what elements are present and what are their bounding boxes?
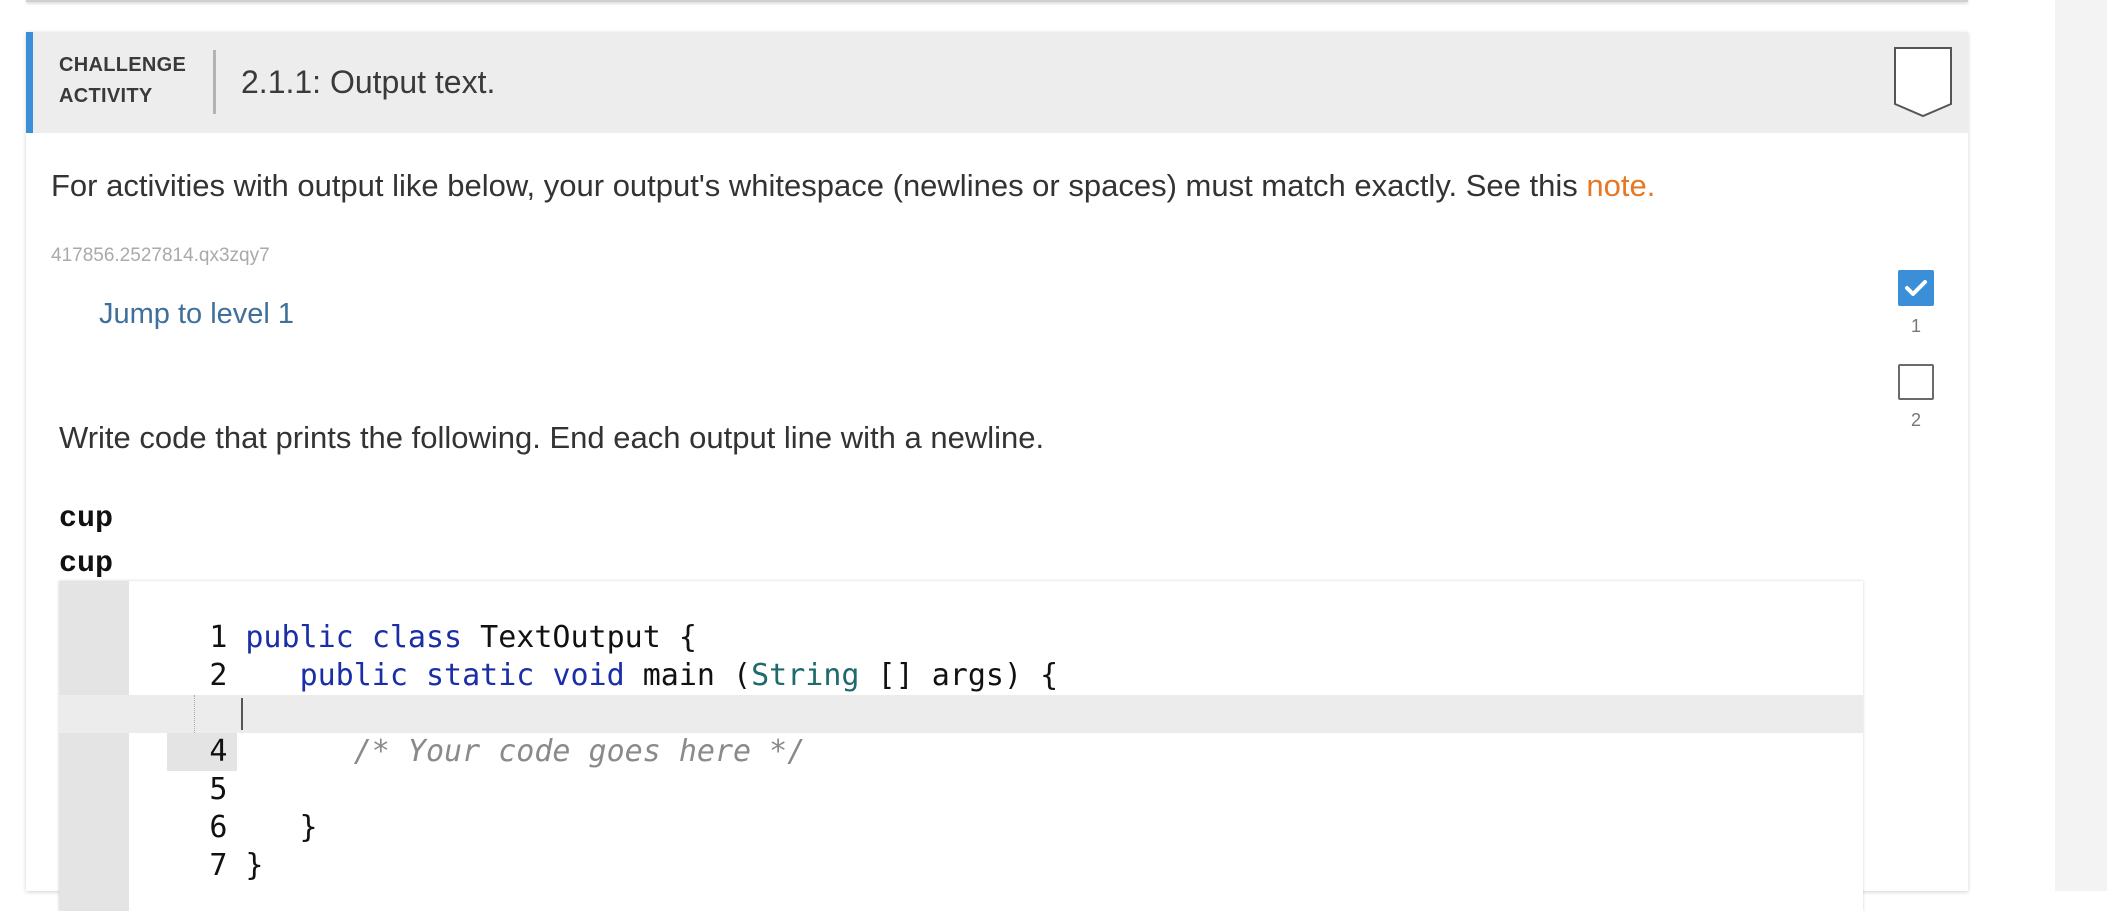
level-2-indicator[interactable]: 2 (1896, 364, 1936, 431)
completion-bookmark-icon (1894, 47, 1952, 118)
expected-output: cup cup (59, 497, 113, 587)
previous-section-edge (26, 0, 1968, 2)
activity-type-line-2: ACTIVITY (59, 85, 153, 107)
note-link[interactable]: note. (1586, 168, 1655, 203)
activity-type-line-1: CHALLENGE (59, 54, 187, 76)
activity-id: 417856.2527814.qx3zqy7 (51, 245, 270, 266)
task-prompt: Write code that prints the following. En… (59, 420, 1045, 455)
level-1-number: 1 (1910, 316, 1921, 336)
level-1-indicator[interactable]: 1 (1896, 270, 1936, 337)
right-scroll-rail (2055, 0, 2107, 891)
code-line-7[interactable]: 7} (59, 809, 1863, 883)
header-divider (213, 50, 216, 114)
whitespace-instructions: For activities with output like below, y… (51, 168, 1655, 204)
jump-to-level-link[interactable]: Jump to level 1 (99, 298, 294, 331)
expected-output-line: cup (59, 502, 114, 536)
whitespace-instructions-text: For activities with output like below, y… (51, 168, 1587, 203)
code-line-3[interactable]: 3 (59, 657, 1863, 731)
code-text[interactable]: } (237, 847, 263, 885)
line-number: 7 (209, 848, 228, 883)
text-cursor (241, 698, 243, 730)
code-line-6[interactable]: 6 } (59, 771, 1863, 845)
activity-header: CHALLENGE ACTIVITY 2.1.1: Output text. (26, 32, 1968, 133)
code-line-2[interactable]: 2 public static void main (String [] arg… (59, 619, 1863, 693)
level-1-checkbox[interactable] (1898, 270, 1934, 306)
code-line-1[interactable]: 1 public class TextOutput { (59, 581, 1863, 655)
activity-title: 2.1.1: Output text. (241, 64, 496, 100)
activity-type-label: CHALLENGE ACTIVITY (59, 50, 189, 112)
code-line-4[interactable]: 4 /* Your code goes here */ (59, 695, 1863, 771)
indent-guide (194, 695, 195, 733)
checkmark-icon (1905, 280, 1927, 296)
code-line-5[interactable]: 5 (59, 733, 1863, 807)
code-editor[interactable]: 1 public class TextOutput { 2 public stat… (59, 581, 1863, 911)
challenge-activity-card: CHALLENGE ACTIVITY 2.1.1: Output text. F… (26, 32, 1968, 911)
level-2-checkbox[interactable] (1898, 364, 1934, 400)
level-2-number: 2 (1910, 410, 1921, 430)
